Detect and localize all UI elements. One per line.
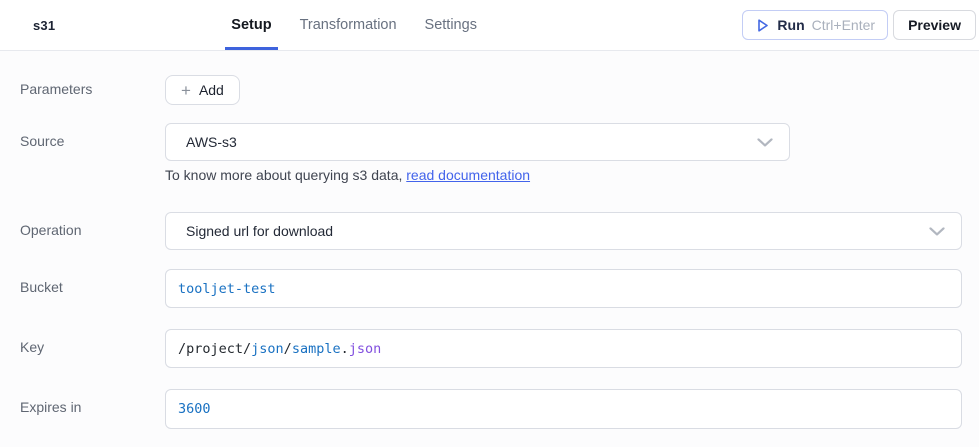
expires-label: Expires in bbox=[20, 389, 165, 416]
run-button-label: Run bbox=[777, 17, 804, 33]
tab-transformation[interactable]: Transformation bbox=[294, 0, 403, 50]
source-row: Source AWS-s3 To know more about queryin… bbox=[20, 123, 979, 183]
source-select[interactable]: AWS-s3 bbox=[165, 123, 790, 161]
query-setup-form: Parameters + Add Source AWS-s3 To know m… bbox=[0, 75, 979, 429]
bucket-label: Bucket bbox=[20, 269, 165, 296]
source-label: Source bbox=[20, 123, 165, 150]
helper-text-prefix: To know more about querying s3 data, bbox=[165, 167, 406, 183]
bucket-row: Bucket tooljet-test bbox=[20, 269, 979, 308]
tab-setup[interactable]: Setup bbox=[225, 0, 277, 50]
key-row: Key /project/json/sample.json bbox=[20, 329, 979, 368]
bucket-input[interactable]: tooljet-test bbox=[165, 269, 962, 308]
query-editor-header: s31 Setup Transformation Settings Run Ct… bbox=[0, 0, 979, 51]
parameters-row: Parameters + Add bbox=[20, 75, 979, 105]
operation-row: Operation Signed url for download bbox=[20, 212, 979, 250]
read-documentation-link[interactable]: read documentation bbox=[406, 167, 530, 183]
key-value: /project/json/sample.json bbox=[178, 341, 381, 357]
preview-button[interactable]: Preview bbox=[893, 10, 976, 40]
key-label: Key bbox=[20, 329, 165, 356]
plus-icon: + bbox=[181, 82, 191, 99]
chevron-down-icon bbox=[757, 138, 773, 147]
play-icon bbox=[755, 18, 770, 33]
key-input[interactable]: /project/json/sample.json bbox=[165, 329, 962, 368]
header-actions: Run Ctrl+Enter Preview bbox=[742, 10, 976, 40]
run-button[interactable]: Run Ctrl+Enter bbox=[742, 10, 888, 40]
query-name: s31 bbox=[33, 18, 55, 33]
add-parameter-label: Add bbox=[199, 82, 224, 98]
run-shortcut-hint: Ctrl+Enter bbox=[812, 17, 875, 33]
source-helper-text: To know more about querying s3 data, rea… bbox=[165, 167, 962, 183]
operation-label: Operation bbox=[20, 212, 165, 239]
tab-bar: Setup Transformation Settings bbox=[225, 0, 483, 50]
add-parameter-button[interactable]: + Add bbox=[165, 75, 240, 105]
bucket-value: tooljet-test bbox=[178, 281, 276, 297]
operation-select[interactable]: Signed url for download bbox=[165, 212, 962, 250]
expires-input[interactable]: 3600 bbox=[165, 389, 962, 429]
parameters-label: Parameters bbox=[20, 75, 165, 98]
tab-settings[interactable]: Settings bbox=[419, 0, 483, 50]
operation-selected-value: Signed url for download bbox=[186, 223, 333, 239]
expires-row: Expires in 3600 bbox=[20, 389, 979, 429]
expires-value: 3600 bbox=[178, 401, 211, 417]
chevron-down-icon bbox=[929, 227, 945, 236]
source-selected-value: AWS-s3 bbox=[186, 134, 237, 150]
